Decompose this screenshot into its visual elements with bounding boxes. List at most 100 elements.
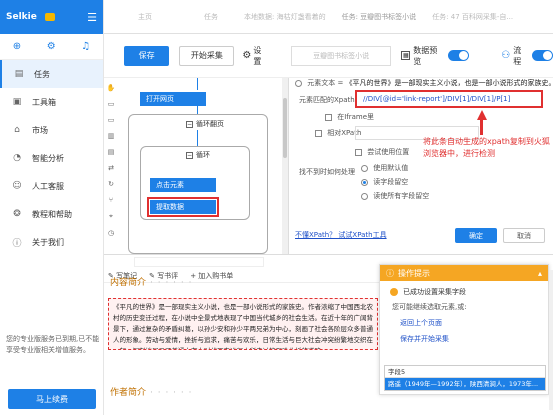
sidebar-item-label: 市场 bbox=[32, 125, 48, 135]
sidebar-item-tasks[interactable]: ▤ 任务 bbox=[0, 60, 103, 88]
browser-search-input[interactable] bbox=[134, 257, 264, 267]
gear-icon[interactable]: ⚙ bbox=[47, 41, 56, 52]
option-leave-empty[interactable]: 读字段留空 bbox=[361, 177, 408, 187]
option-default-value[interactable]: 使用默认值 bbox=[361, 163, 408, 173]
gear-icon: ⚙ bbox=[242, 50, 252, 61]
tab-current-task[interactable]: 任务: 豆瓣图书标签小说 bbox=[334, 0, 425, 34]
flow-scrollbar[interactable] bbox=[282, 78, 288, 254]
section-divider: · · · · · · bbox=[150, 278, 193, 288]
sidebar-item-analysis[interactable]: ◔ 智能分析 bbox=[0, 144, 103, 172]
data-preview-toggle[interactable]: ▦ 数据预览 bbox=[401, 45, 470, 67]
tab-tasks[interactable]: 任务 bbox=[186, 0, 236, 34]
iframe-checkbox[interactable]: 在Iframe里 bbox=[325, 112, 374, 122]
extract-icon[interactable]: ▥ bbox=[108, 132, 115, 140]
option-all-empty[interactable]: 读使所有字段留空 bbox=[361, 191, 429, 201]
collapse-icon[interactable]: − bbox=[186, 120, 193, 128]
flow-node-open-page[interactable]: 打开网页 bbox=[140, 92, 206, 106]
section-title-author: 作者简介 · · · · · · bbox=[110, 385, 193, 398]
input-icon[interactable]: ▤ bbox=[108, 148, 115, 156]
start-collect-button[interactable]: 开始采集 bbox=[179, 45, 235, 66]
tab-bar: 主页 任务 本地数据: 海枯灯盏看着的 任务: 豆瓣图书标签小说 任务: 47 … bbox=[104, 0, 553, 34]
section-title-text: 内容简介 bbox=[110, 278, 147, 288]
element-text-radio[interactable] bbox=[295, 79, 302, 87]
operation-tips-panel: ⓘ 操作提示 ▴ 已成功设置采集字段 您可能继续选取元素,或: 返回上个页面 保… bbox=[379, 264, 549, 395]
sidebar-item-label: 教程和帮助 bbox=[32, 209, 72, 219]
app-logo: Selkie bbox=[6, 12, 37, 22]
add-icon[interactable]: ⊕ bbox=[13, 41, 21, 52]
sidebar-item-label: 工具箱 bbox=[32, 97, 56, 107]
sidebar-item-toolbox[interactable]: ▣ 工具箱 bbox=[0, 88, 103, 116]
element-text-value: 《平凡的世界》是一部现实主义小说，也是一部小说形式的家族史。 bbox=[345, 79, 553, 87]
xpath-tool-link[interactable]: 不懂XPath？ 试试XPath工具 bbox=[295, 230, 387, 240]
help-icon: ❂ bbox=[13, 209, 21, 219]
element-text-label: 元素文本 = bbox=[307, 79, 344, 87]
element-text-row[interactable]: 元素文本 = 《平凡的世界》是一部现实主义小说，也是一部小说形式的家族史。 bbox=[295, 78, 553, 88]
settings-label: 设置 bbox=[253, 45, 262, 66]
action-label: 加入购书单 bbox=[198, 271, 234, 280]
flow-toggle[interactable]: ⚇ 流程 bbox=[479, 45, 553, 67]
field-value-row[interactable]: 路遥（1949年—1992年），陕西清涧人，1973年... bbox=[385, 378, 545, 390]
info-icon: ⓘ bbox=[386, 268, 394, 278]
sidebar-item-about[interactable]: ⓘ 关于我们 bbox=[0, 228, 103, 256]
loop-icon[interactable]: ↻ bbox=[108, 180, 114, 188]
sidebar-item-label: 智能分析 bbox=[32, 153, 64, 163]
menu-icon[interactable]: ☰ bbox=[87, 11, 97, 24]
save-button[interactable]: 保存 bbox=[124, 45, 170, 66]
flow-node-extract[interactable]: 提取数据 bbox=[147, 197, 219, 217]
flow-loop-label: 循环 bbox=[196, 151, 210, 159]
arrow-stem bbox=[480, 119, 483, 135]
renew-button[interactable]: 马上续费 bbox=[8, 389, 96, 409]
back-link[interactable]: 返回上个页面 bbox=[390, 318, 548, 328]
analysis-icon: ◔ bbox=[13, 153, 21, 163]
flow-switch[interactable] bbox=[531, 50, 553, 61]
mouse-icon[interactable]: ⌖ bbox=[109, 212, 113, 221]
settings-button[interactable]: ⚙ 设置 bbox=[242, 45, 269, 67]
toolbox-icon: ▣ bbox=[12, 97, 22, 107]
cancel-button[interactable]: 取消 bbox=[503, 228, 545, 243]
minimize-icon[interactable]: ▴ bbox=[538, 269, 542, 278]
xpath-label: 元素匹配的Xpath bbox=[299, 96, 355, 104]
data-preview-label: 数据预览 bbox=[413, 45, 438, 66]
content-highlight-box[interactable]: 《平凡的世界》是一部现实主义小说，也是一部小说形式的家族史。作者浓缩了中国西北农… bbox=[108, 298, 378, 350]
tips-subtext: 您可能继续选取元素,或: bbox=[392, 303, 467, 311]
scroll-thumb[interactable] bbox=[283, 98, 287, 158]
switch-icon[interactable]: ⇄ bbox=[108, 164, 114, 172]
tab-other-task[interactable]: 任务: 47 百科网采集-自... bbox=[424, 0, 521, 34]
branch-icon[interactable]: ⑂ bbox=[109, 196, 113, 204]
save-start-link[interactable]: 保存并开始采集 bbox=[390, 334, 548, 344]
field-header: 字段5 bbox=[385, 366, 545, 378]
tab-local-data[interactable]: 本地数据: 海枯灯盏看着的 bbox=[236, 0, 334, 34]
add-to-list-link[interactable]: + 加入购书单 bbox=[190, 271, 233, 281]
vip-badge-icon bbox=[44, 13, 55, 21]
headset-icon[interactable]: ♫ bbox=[81, 41, 90, 52]
flow-icon: ⚇ bbox=[501, 50, 511, 61]
page-icon[interactable]: ▭ bbox=[108, 116, 115, 124]
section-title-intro: 内容简介 · · · · · · bbox=[110, 275, 193, 288]
xpath-input[interactable]: //DIV[@id='link-report']/DIV[1]/DIV[1]/P… bbox=[355, 90, 543, 108]
flow-loop-label: 循环翻页 bbox=[196, 120, 224, 128]
sidebar-item-support[interactable]: ☺ 人工客服 bbox=[0, 172, 103, 200]
tips-title: 操作提示 bbox=[398, 268, 430, 278]
ok-button[interactable]: 确定 bbox=[455, 228, 497, 243]
section-title-text: 作者简介 bbox=[110, 388, 147, 398]
wait-icon[interactable]: ◷ bbox=[108, 229, 114, 237]
collapse-icon[interactable]: − bbox=[186, 151, 193, 159]
data-preview-switch[interactable] bbox=[447, 50, 470, 61]
flow-loop-pages-title: − 循环翻页 bbox=[186, 119, 224, 129]
flow-node-click[interactable]: 点击元素 bbox=[150, 178, 216, 192]
expiry-note: 您的专业版服务已到期,已不能享受专业版相关增值服务。 bbox=[6, 335, 100, 354]
flow-connector bbox=[197, 130, 198, 146]
option-label: 使用默认值 bbox=[373, 164, 409, 172]
sidebar-tools: ⊕ ⚙ ♫ bbox=[0, 34, 103, 60]
use-position-checkbox[interactable]: 尝试使用位置 bbox=[355, 147, 409, 157]
sidebar-item-help[interactable]: ❂ 教程和帮助 bbox=[0, 200, 103, 228]
tab-home[interactable]: 主页 bbox=[104, 0, 186, 34]
sidebar-item-market[interactable]: ⌂ 市场 bbox=[0, 116, 103, 144]
page-icon[interactable]: ▭ bbox=[108, 100, 115, 108]
hand-icon[interactable]: ✋ bbox=[107, 84, 116, 92]
xpath-annotation: 将此条自动生成的xpath复制到火狐浏览器中，进行检测 bbox=[423, 137, 550, 158]
page-scrollbar[interactable] bbox=[549, 270, 553, 410]
task-name-field[interactable]: 豆瓣图书标签小说 bbox=[290, 45, 392, 66]
use-position-label: 尝试使用位置 bbox=[367, 148, 410, 156]
flow-connector bbox=[197, 106, 198, 114]
